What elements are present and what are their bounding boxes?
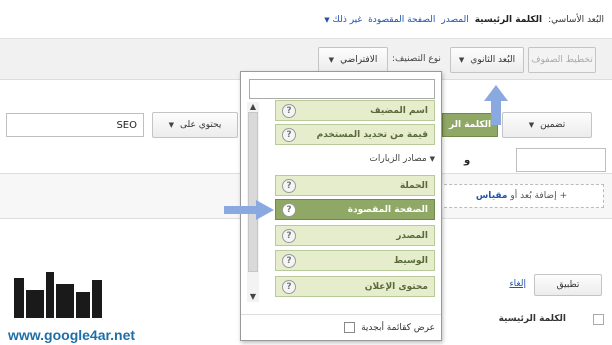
chevron-down-icon: ▼ bbox=[324, 16, 330, 24]
caret-down-icon: ▼ bbox=[429, 155, 435, 163]
dropdown-item-source[interactable]: المصدر ? bbox=[275, 225, 435, 246]
logo-mark-icon bbox=[14, 272, 102, 318]
dropdown-item-hostname[interactable]: اسم المضيف ? bbox=[275, 100, 435, 121]
primary-dimension-label: البُعد الأساسي: bbox=[548, 15, 604, 25]
flatten-rows-button[interactable]: تخطيط الصفوف bbox=[528, 47, 596, 73]
primary-dimension-bar: البُعد الأساسي: الكلمة الرئيسية المصدر ا… bbox=[324, 12, 604, 28]
alphabetical-label: عرض كقائمة أبجدية bbox=[361, 322, 435, 333]
second-filter-input[interactable] bbox=[516, 148, 606, 172]
cancel-link[interactable]: إلغاء bbox=[509, 279, 526, 289]
dropdown-item-campaign[interactable]: الحملة ? bbox=[275, 175, 435, 196]
add-dimension-text: إضافة بُعد أو bbox=[510, 191, 557, 201]
dropdown-item-ad-content[interactable]: محتوى الإعلان ? bbox=[275, 276, 435, 297]
alphabetical-checkbox[interactable] bbox=[344, 322, 356, 333]
help-icon[interactable]: ? bbox=[282, 279, 296, 294]
chevron-down-icon: ▼ bbox=[328, 56, 335, 64]
help-icon[interactable]: ? bbox=[282, 127, 296, 142]
help-icon[interactable]: ? bbox=[282, 178, 296, 193]
chevron-down-icon: ▼ bbox=[458, 56, 465, 64]
include-select[interactable]: تضمين ▼ bbox=[502, 112, 592, 138]
add-dimension-box[interactable]: + إضافة بُعد أو مقياس bbox=[439, 184, 604, 208]
primary-dimension-selected[interactable]: الكلمة الرئيسية bbox=[475, 15, 542, 25]
watermark-url: www.google4ar.net bbox=[8, 327, 136, 343]
help-icon[interactable]: ? bbox=[282, 202, 296, 217]
chevron-down-icon: ▼ bbox=[528, 121, 535, 129]
filter-value-input[interactable]: SEO bbox=[6, 113, 144, 137]
secondary-dimension-button[interactable]: البُعد الثانوي ▼ bbox=[450, 47, 524, 73]
contains-select[interactable]: يحتوي على ▼ bbox=[152, 112, 238, 138]
apply-button[interactable]: تطبيق bbox=[534, 274, 602, 296]
add-metric-link[interactable]: مقياس bbox=[476, 191, 508, 201]
help-icon[interactable]: ? bbox=[282, 253, 296, 268]
primary-dimension-landing-link[interactable]: الصفحة المقصودة bbox=[368, 15, 435, 25]
sort-type-select[interactable]: الافتراضي ▼ bbox=[318, 47, 388, 73]
dropdown-search-input[interactable] bbox=[249, 79, 435, 99]
table-select-all-checkbox[interactable] bbox=[593, 314, 604, 325]
table-header-primary: الكلمة الرئيسية bbox=[498, 314, 566, 324]
watermark-logo: www.google4ar.net bbox=[6, 270, 146, 345]
scroll-thumb[interactable] bbox=[248, 112, 258, 272]
help-icon[interactable]: ? bbox=[282, 103, 296, 118]
chevron-down-icon: ▼ bbox=[168, 121, 174, 129]
primary-dimension-source-link[interactable]: المصدر bbox=[441, 15, 468, 25]
dropdown-item-user-defined[interactable]: قيمة من تحديد المستخدم ? bbox=[275, 124, 435, 145]
sort-type-label: نوع التصنيف: bbox=[392, 54, 441, 64]
scroll-down-icon[interactable]: ▼ bbox=[247, 292, 259, 302]
annotation-arrow-up-icon bbox=[484, 85, 508, 125]
primary-dimension-more-link[interactable]: غير ذلك ▼ bbox=[324, 15, 362, 25]
scroll-up-icon[interactable]: ▲ bbox=[247, 102, 259, 112]
dropdown-footer: عرض كقائمة أبجدية bbox=[241, 314, 441, 340]
plus-icon: + bbox=[559, 191, 568, 201]
dropdown-group-traffic-sources[interactable]: ▼ مصادر الزيارات bbox=[275, 154, 435, 164]
dropdown-item-medium[interactable]: الوسيط ? bbox=[275, 250, 435, 271]
help-icon[interactable]: ? bbox=[282, 228, 296, 243]
and-label: و bbox=[464, 155, 471, 166]
dropdown-item-landing-page[interactable]: الصفحة المقصودة ? bbox=[275, 199, 435, 220]
annotation-arrow-right-icon bbox=[224, 200, 274, 220]
